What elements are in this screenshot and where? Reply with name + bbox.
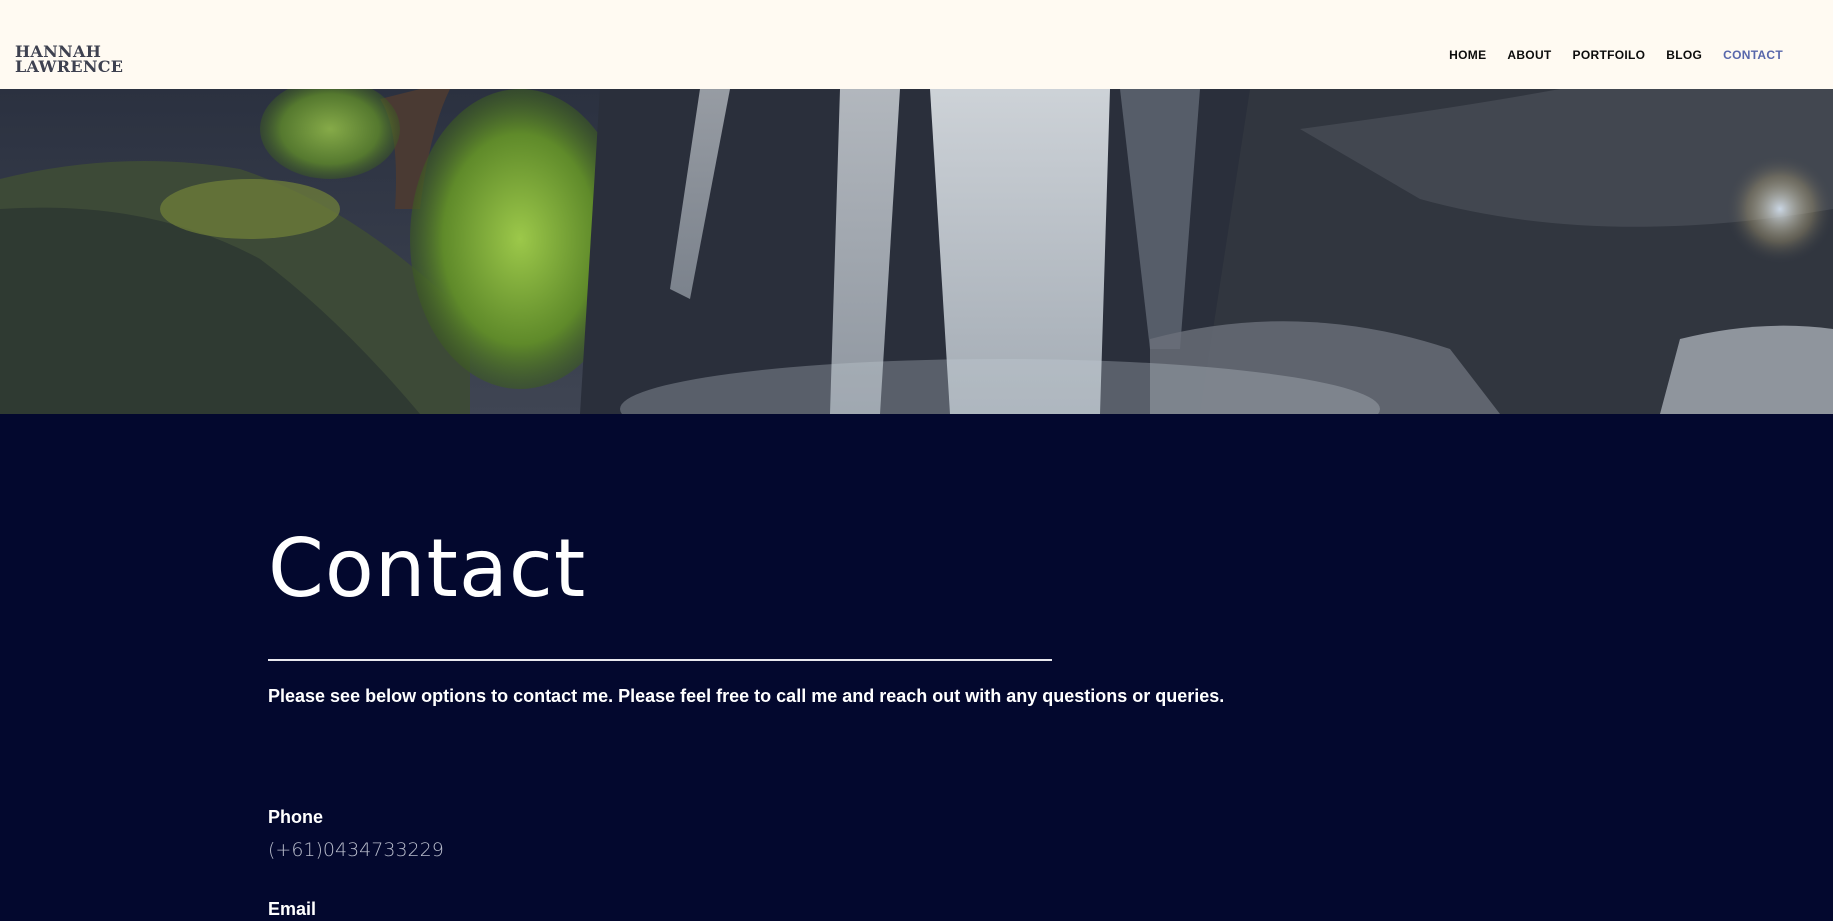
nav-home[interactable]: HOME	[1449, 47, 1486, 63]
nav-contact[interactable]: CONTACT	[1723, 47, 1783, 63]
site-logo[interactable]: HANNAH LAWRENCE	[15, 44, 125, 76]
logo-line-2: LAWRENCE	[15, 57, 124, 76]
hero-banner	[0, 89, 1833, 414]
nav-blog[interactable]: BLOG	[1666, 47, 1702, 63]
intro-text: Please see below options to contact me. …	[268, 686, 1225, 706]
nav-portfolio[interactable]: PORTFOILO	[1573, 47, 1646, 63]
phone-link[interactable]: (+61)0434733229	[268, 837, 444, 863]
main-nav: HOME ABOUT PORTFOILO BLOG CONTACT	[1449, 47, 1783, 63]
title-divider	[268, 659, 1052, 661]
nav-about[interactable]: ABOUT	[1507, 47, 1551, 63]
email-label: Email	[268, 899, 317, 919]
page-title: Contact	[268, 522, 587, 615]
phone-label: Phone	[268, 807, 324, 827]
site-header: HANNAH LAWRENCE HOME ABOUT PORTFOILO BLO…	[0, 0, 1833, 89]
waterfall-photo	[0, 89, 1833, 414]
